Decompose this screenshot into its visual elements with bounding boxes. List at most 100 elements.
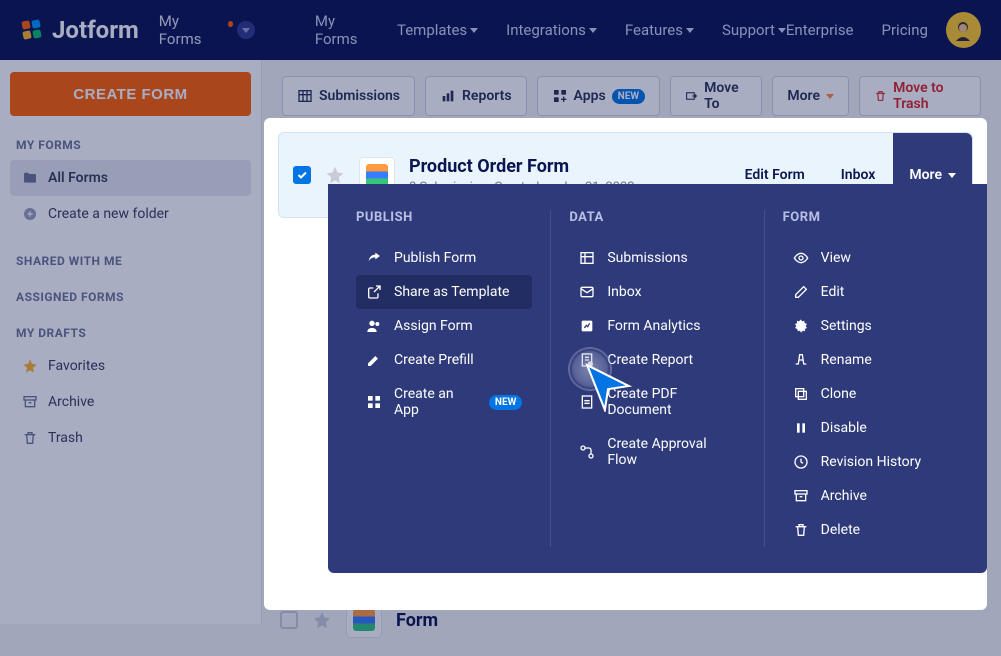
archive-icon bbox=[793, 488, 809, 504]
row-checkbox[interactable] bbox=[280, 611, 298, 629]
avatar-icon bbox=[950, 17, 976, 43]
users-icon bbox=[366, 318, 382, 334]
toolbar: Submissions Reports Apps NEW Move To Mor… bbox=[282, 76, 981, 116]
form-title: Product Order Form bbox=[409, 156, 635, 177]
form-archive-item[interactable]: Archive bbox=[783, 479, 959, 513]
sidebar-item-label: All Forms bbox=[48, 170, 108, 186]
move-to-button[interactable]: Move To bbox=[670, 76, 762, 116]
form-settings-item[interactable]: Settings bbox=[783, 309, 959, 343]
grid-icon bbox=[366, 394, 382, 410]
create-form-button[interactable]: CREATE FORM bbox=[10, 72, 251, 116]
badge-new: NEW bbox=[612, 89, 645, 104]
create-pdf-item[interactable]: Create PDF Document bbox=[569, 377, 745, 427]
chart-icon bbox=[440, 88, 456, 104]
star-icon bbox=[22, 358, 38, 374]
rename-icon bbox=[793, 352, 809, 368]
chevron-down-icon bbox=[470, 28, 478, 33]
clone-icon bbox=[793, 386, 809, 402]
pencil-icon bbox=[366, 352, 382, 368]
sidebar-trash[interactable]: Trash bbox=[10, 420, 251, 456]
submissions-button[interactable]: Submissions bbox=[282, 76, 415, 116]
avatar[interactable] bbox=[946, 12, 981, 48]
create-prefill-item[interactable]: Create Prefill bbox=[356, 343, 532, 377]
nav-pricing[interactable]: Pricing bbox=[882, 21, 928, 39]
create-report-item[interactable]: Create Report bbox=[569, 343, 745, 377]
share-as-template-item[interactable]: Share as Template bbox=[356, 275, 532, 309]
logo-text: Jotform bbox=[52, 16, 139, 44]
logo[interactable]: Jotform bbox=[20, 16, 139, 44]
dropdown-data-col: DATA Submissions Inbox Form Analytics Cr… bbox=[550, 210, 763, 547]
sidebar-item-label: Favorites bbox=[48, 358, 105, 374]
nav-templates[interactable]: Templates bbox=[397, 21, 478, 39]
form-history-item[interactable]: Revision History bbox=[783, 445, 959, 479]
form-disable-item[interactable]: Disable bbox=[783, 411, 959, 445]
create-app-item[interactable]: Create an App NEW bbox=[356, 377, 532, 427]
form-rename-item[interactable]: Rename bbox=[783, 343, 959, 377]
eye-icon bbox=[793, 250, 809, 266]
publish-form-item[interactable]: Publish Form bbox=[356, 241, 532, 275]
nav-links: My Forms Templates Integrations Features… bbox=[315, 12, 786, 48]
sidebar: CREATE FORM MY FORMS All Forms Create a … bbox=[0, 60, 262, 624]
share-arrow-icon bbox=[366, 250, 382, 266]
star-icon[interactable] bbox=[312, 610, 332, 630]
nav-integrations[interactable]: Integrations bbox=[506, 21, 597, 39]
trash-icon bbox=[793, 522, 809, 538]
nav-myforms[interactable]: My Forms bbox=[315, 12, 369, 48]
create-approval-item[interactable]: Create Approval Flow bbox=[569, 427, 745, 477]
sidebar-favorites[interactable]: Favorites bbox=[10, 348, 251, 384]
check-icon bbox=[296, 169, 308, 181]
form-edit-item[interactable]: Edit bbox=[783, 275, 959, 309]
nav-support[interactable]: Support bbox=[722, 21, 786, 39]
chevron-down-icon bbox=[778, 28, 786, 33]
report-icon bbox=[579, 352, 595, 368]
row-checkbox-checked[interactable] bbox=[293, 166, 311, 184]
sidebar-item-label: Archive bbox=[48, 394, 94, 410]
move-to-trash-button[interactable]: Move to Trash bbox=[859, 76, 981, 116]
data-submissions-item[interactable]: Submissions bbox=[569, 241, 745, 275]
table-icon bbox=[579, 250, 595, 266]
logo-icon bbox=[20, 18, 44, 42]
inbox-icon bbox=[579, 284, 595, 300]
assign-form-item[interactable]: Assign Form bbox=[356, 309, 532, 343]
apps-icon bbox=[552, 88, 568, 104]
notification-dot-icon bbox=[228, 21, 234, 27]
myforms-dropdown[interactable]: My Forms bbox=[159, 12, 255, 48]
section-shared: SHARED WITH ME bbox=[16, 254, 245, 268]
chevron-down-icon bbox=[948, 173, 956, 178]
section-drafts: MY DRAFTS bbox=[16, 326, 245, 340]
dropdown-title: DATA bbox=[569, 210, 745, 225]
history-icon bbox=[793, 454, 809, 470]
form-delete-item[interactable]: Delete bbox=[783, 513, 959, 547]
form-analytics-item[interactable]: Form Analytics bbox=[569, 309, 745, 343]
form-view-item[interactable]: View bbox=[783, 241, 959, 275]
nav-enterprise[interactable]: Enterprise bbox=[786, 21, 854, 39]
myforms-label: My Forms bbox=[159, 12, 224, 48]
sidebar-archive[interactable]: Archive bbox=[10, 384, 251, 420]
dropdown-publish-col: PUBLISH Publish Form Share as Template A… bbox=[338, 210, 550, 547]
more-dropdown: PUBLISH Publish Form Share as Template A… bbox=[328, 184, 987, 573]
trash-icon bbox=[22, 430, 38, 446]
sidebar-new-folder[interactable]: Create a new folder bbox=[10, 196, 251, 232]
plus-circle-icon bbox=[22, 206, 38, 222]
data-inbox-item[interactable]: Inbox bbox=[569, 275, 745, 309]
star-icon[interactable] bbox=[325, 165, 345, 185]
nav-features[interactable]: Features bbox=[625, 21, 694, 39]
table-icon bbox=[297, 88, 313, 104]
form-clone-item[interactable]: Clone bbox=[783, 377, 959, 411]
section-myforms: MY FORMS bbox=[16, 138, 245, 152]
chevron-down-icon bbox=[826, 94, 834, 99]
dropdown-title: FORM bbox=[783, 210, 959, 225]
external-link-icon bbox=[366, 284, 382, 300]
apps-button[interactable]: Apps NEW bbox=[537, 76, 661, 116]
row-title: Form bbox=[396, 610, 438, 631]
dropdown-title: PUBLISH bbox=[356, 210, 532, 225]
reports-button[interactable]: Reports bbox=[425, 76, 527, 116]
section-assigned: ASSIGNED FORMS bbox=[16, 290, 245, 304]
highlight-area: Product Order Form 0 Submission. Created… bbox=[264, 118, 987, 610]
pdf-icon bbox=[579, 394, 595, 410]
sidebar-all-forms[interactable]: All Forms bbox=[10, 160, 251, 196]
sidebar-item-label: Trash bbox=[48, 430, 83, 446]
more-button[interactable]: More bbox=[772, 76, 849, 116]
flow-icon bbox=[579, 444, 595, 460]
edit-icon bbox=[793, 284, 809, 300]
